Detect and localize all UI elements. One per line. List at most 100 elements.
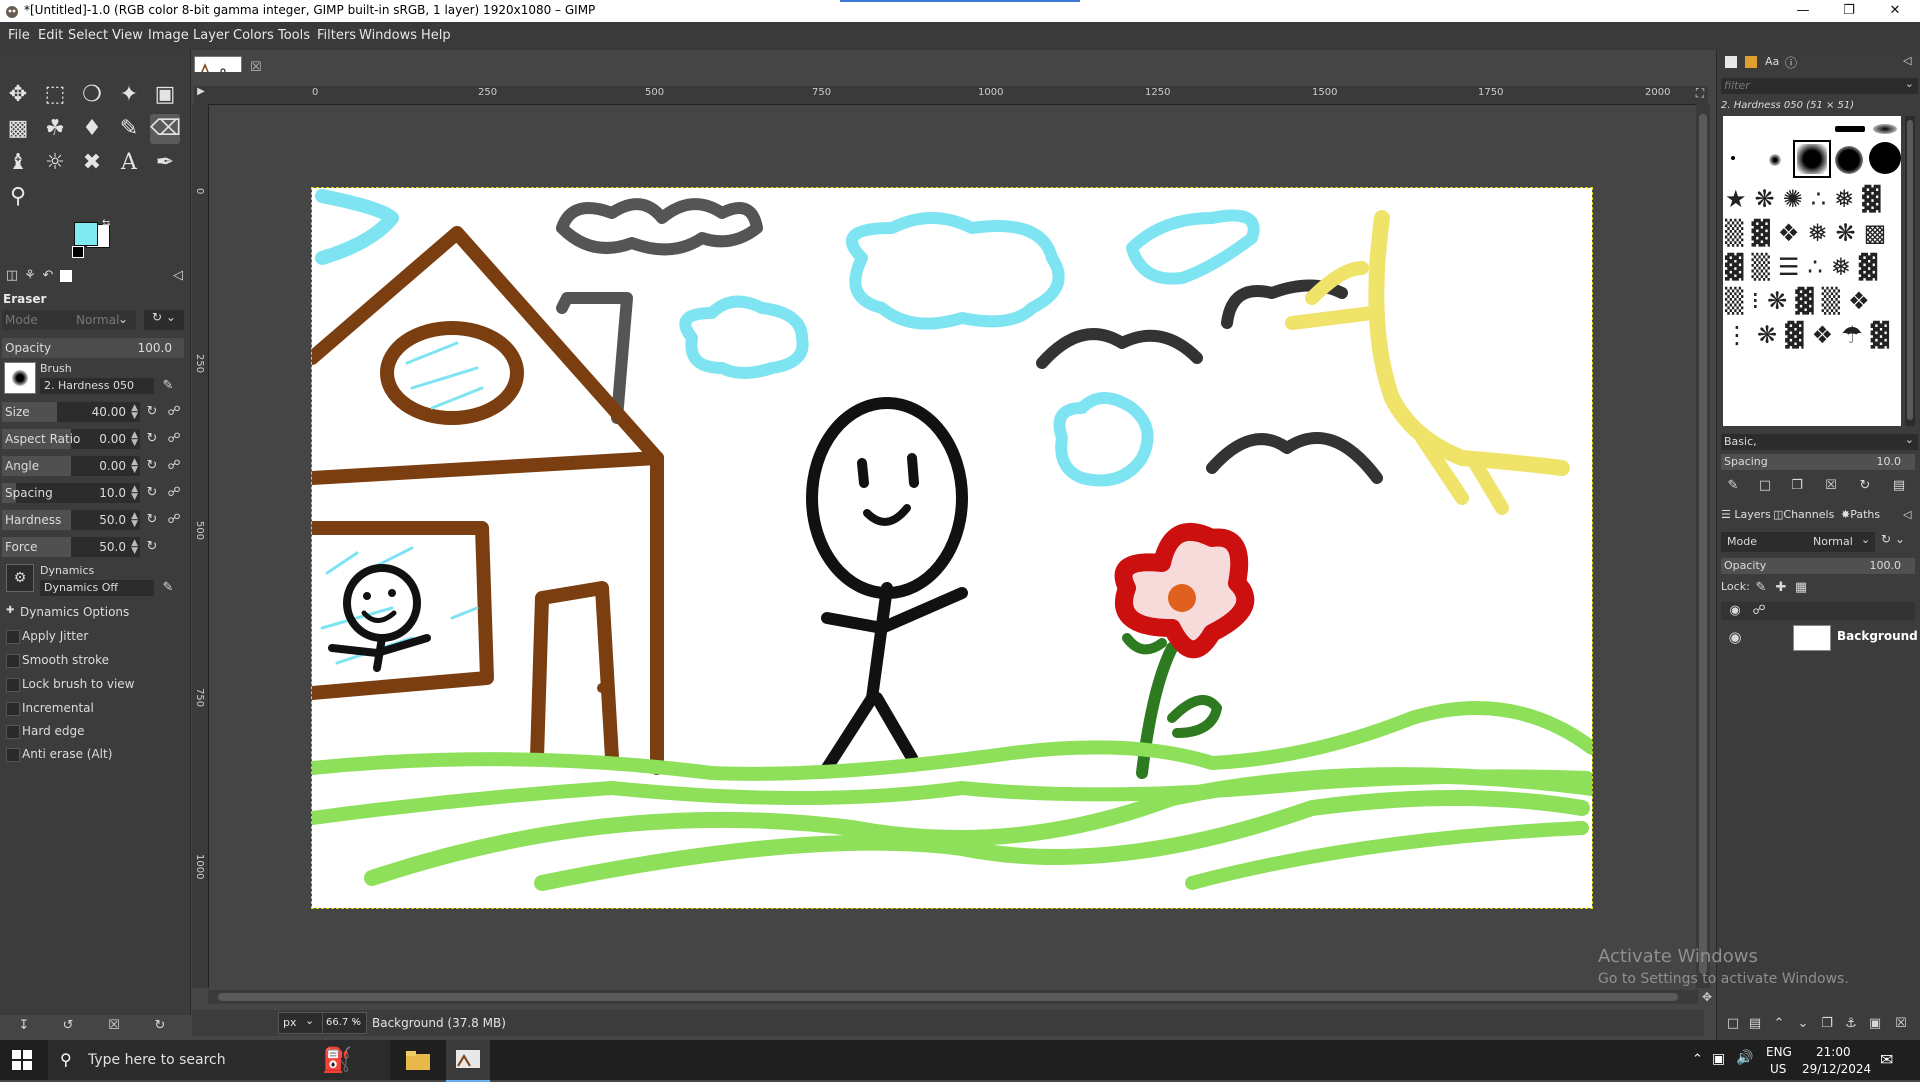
help-tab-icon[interactable]: ⓘ	[1785, 54, 1797, 71]
image-canvas[interactable]	[305, 187, 1600, 909]
fuzzy-select-tool-icon[interactable]: ✦	[114, 80, 144, 110]
undo-history-tab-icon[interactable]: ↶	[40, 268, 56, 284]
notifications-icon[interactable]: ✉	[1880, 1050, 1893, 1069]
zoom-to-fit-icon[interactable]: ⛶	[1692, 86, 1708, 104]
refresh-brushes-icon[interactable]: ↻	[1857, 478, 1873, 494]
open-brush-icon[interactable]: ▤	[1891, 478, 1907, 494]
new-layer-group-icon[interactable]: ▤	[1747, 1016, 1763, 1032]
configure-tab-icon[interactable]: ◁	[1903, 508, 1911, 521]
mode-select[interactable]: Mode Normal ⌄	[2, 310, 136, 330]
menu-image[interactable]: Image	[148, 28, 189, 43]
navigate-icon[interactable]: ✥	[1700, 990, 1714, 1004]
hardness-slider[interactable]: Hardness 50.0 ▲ ▼	[2, 510, 140, 530]
eye-icon[interactable]: ◉	[1727, 629, 1743, 645]
file-explorer-icon[interactable]	[404, 1048, 432, 1072]
configure-tab-icon[interactable]: ◁	[1903, 54, 1911, 67]
reset-icon[interactable]: ↻	[144, 539, 160, 555]
language-code[interactable]: ENG	[1766, 1045, 1792, 1059]
aspect-ratio-slider[interactable]: Aspect Ratio 0.00 ▲ ▼	[2, 429, 140, 449]
lower-layer-icon[interactable]: ⌄	[1795, 1016, 1811, 1032]
edit-brush-icon[interactable]: ✎	[1725, 478, 1741, 494]
dynamics-options-expander[interactable]: Dynamics Options	[20, 605, 129, 619]
duplicate-layer-icon[interactable]: ❐	[1819, 1016, 1835, 1032]
brush-grid-scrollbar[interactable]	[1905, 116, 1915, 426]
vertical-scrollbar[interactable]	[1696, 104, 1710, 988]
delete-layer-icon[interactable]: ☒	[1893, 1016, 1909, 1032]
force-slider[interactable]: Force 50.0 ▲ ▼	[2, 537, 140, 557]
reset-icon[interactable]: ↻	[144, 485, 160, 501]
link-icon[interactable]: ☍	[166, 458, 182, 474]
brush-name-field[interactable]: 2. Hardness 050	[40, 378, 154, 394]
lock-pixels-icon[interactable]: ✎	[1753, 580, 1769, 596]
lock-brush-checkbox[interactable]	[6, 678, 20, 692]
color-picker-tool-icon[interactable]: ✒	[150, 148, 180, 178]
brush-filter-input[interactable]: filter ⌄	[1721, 77, 1918, 94]
zoom-select[interactable]: 66.7 % ⌄	[322, 1012, 367, 1034]
edit-dynamics-icon[interactable]: ✎	[160, 580, 176, 596]
opacity-slider[interactable]: Opacity 100.0	[2, 338, 184, 358]
link-icon[interactable]: ☍	[166, 431, 182, 447]
anti-erase-checkbox[interactable]	[6, 748, 20, 762]
layer-mode-select[interactable]: Mode Normal ⌄	[1721, 532, 1875, 552]
clock-date[interactable]: 29/12/2024	[1802, 1062, 1871, 1076]
raise-layer-icon[interactable]: ⌃	[1771, 1016, 1787, 1032]
device-status-tab-icon[interactable]: ⚘	[22, 268, 38, 284]
menu-windows[interactable]: Windows	[359, 28, 417, 43]
show-hidden-icons-icon[interactable]: ⌃	[1692, 1052, 1703, 1067]
layer-opacity-slider[interactable]: Opacity 100.0	[1721, 558, 1915, 574]
horizontal-scrollbar[interactable]	[208, 990, 1698, 1004]
minimize-icon[interactable]: —	[1780, 0, 1826, 22]
brush-tag-select[interactable]: Basic, ⌄	[1721, 433, 1918, 450]
brush-spacing-slider[interactable]: Spacing 10.0	[1721, 454, 1915, 470]
anchor-layer-icon[interactable]: ⚓	[1843, 1016, 1859, 1032]
duplicate-brush-icon[interactable]: ❐	[1789, 478, 1805, 494]
tab-channels[interactable]: ◫Channels	[1773, 508, 1834, 521]
menu-tools[interactable]: Tools	[278, 28, 310, 43]
rect-select-tool-icon[interactable]: ⬚	[40, 80, 70, 110]
fonts-tab-icon[interactable]: Aa	[1765, 55, 1779, 68]
link-icon[interactable]: ☍	[166, 404, 182, 420]
reset-icon[interactable]: ↻	[144, 431, 160, 447]
images-tab-icon[interactable]	[60, 270, 72, 282]
patterns-tab-icon[interactable]	[1745, 56, 1757, 68]
configure-tab-icon[interactable]: ◁	[170, 268, 186, 284]
clone-tool-icon[interactable]: ♝	[3, 148, 33, 178]
maximize-icon[interactable]: ❐	[1826, 0, 1872, 22]
warp-transform-tool-icon[interactable]: ☘	[40, 114, 70, 144]
menu-view[interactable]: View	[112, 28, 143, 43]
taskbar-search-box[interactable]: ⚲ Type here to search ⛽	[48, 1040, 390, 1080]
reset-icon[interactable]: ↻	[144, 512, 160, 528]
unit-select[interactable]: px ⌄	[278, 1012, 326, 1034]
menu-colors[interactable]: Colors	[233, 28, 274, 43]
quick-mask-icon[interactable]: ▶	[194, 86, 208, 104]
default-colors-icon[interactable]	[72, 246, 84, 258]
mode-reset-button[interactable]: ↻ ⌄	[144, 310, 184, 330]
brush-preview[interactable]	[4, 362, 36, 394]
dynamics-icon[interactable]: ⚙	[6, 564, 34, 592]
size-slider[interactable]: Size 40.00 ▲ ▼	[2, 402, 140, 422]
smudge-tool-icon[interactable]: ☼	[40, 148, 70, 178]
delete-options-icon[interactable]: ☒	[106, 1018, 122, 1034]
network-icon[interactable]: ▣	[1712, 1051, 1725, 1067]
reset-options-icon[interactable]: ↻	[152, 1018, 168, 1034]
text-tool-icon[interactable]: A	[114, 148, 144, 178]
menu-filters[interactable]: Filters	[317, 28, 356, 43]
tab-layers[interactable]: ☰ Layers	[1721, 508, 1771, 521]
unified-transform-tool-icon[interactable]: ▩	[3, 114, 33, 144]
reset-icon[interactable]: ↻	[144, 404, 160, 420]
move-tool-icon[interactable]: ✥	[3, 80, 33, 110]
lasso-tool-icon[interactable]: ❍	[77, 80, 107, 110]
gimp-taskbar-button[interactable]	[446, 1040, 490, 1082]
eraser-tool-icon[interactable]: ⌫	[150, 114, 181, 144]
apply-jitter-checkbox[interactable]	[6, 630, 20, 644]
swap-colors-icon[interactable]: ⇆	[102, 218, 110, 229]
layer-mode-reset-icon[interactable]: ↻ ⌄	[1881, 532, 1905, 546]
bucket-fill-tool-icon[interactable]: ♦	[77, 114, 107, 144]
menu-layer[interactable]: Layer	[193, 28, 229, 43]
menu-select[interactable]: Select	[68, 28, 108, 43]
clock-time[interactable]: 21:00	[1816, 1045, 1851, 1059]
keyboard-layout[interactable]: US	[1770, 1062, 1786, 1076]
zoom-tool-icon[interactable]: ⚲	[3, 182, 33, 212]
foreground-color-swatch[interactable]	[74, 222, 98, 246]
paths-tool-icon[interactable]: ✖	[77, 148, 107, 178]
